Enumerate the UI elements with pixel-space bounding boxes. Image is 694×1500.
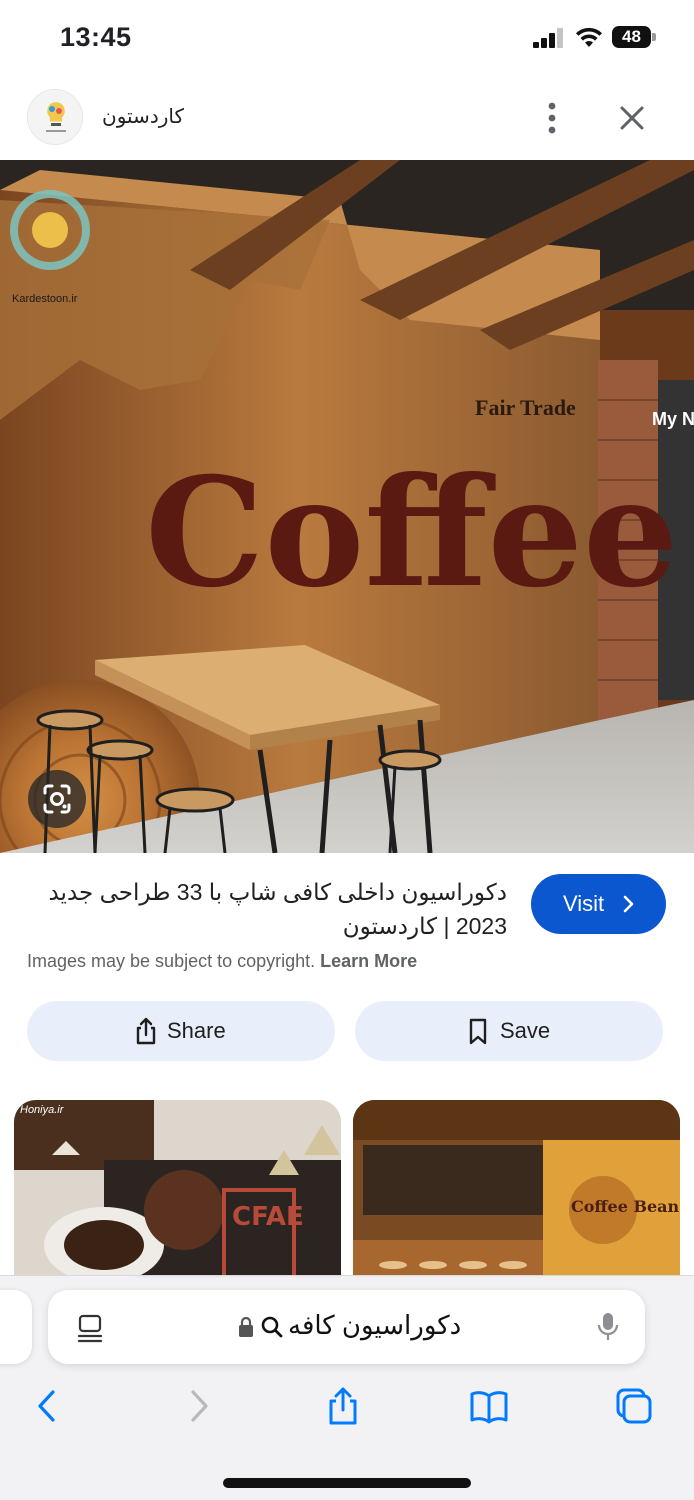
watermark-text: Kardestoon.ir bbox=[12, 293, 78, 305]
page-menu-icon[interactable] bbox=[76, 1313, 104, 1343]
battery-level: 48 bbox=[612, 26, 651, 48]
share-icon bbox=[136, 1017, 156, 1045]
previous-tab-preview[interactable] bbox=[0, 1290, 32, 1364]
copyright-text: Images may be subject to copyright. bbox=[27, 951, 316, 971]
search-icon bbox=[261, 1316, 283, 1338]
main-image[interactable]: My No Coffee Fair Trade Kardestoon.ir bbox=[0, 160, 694, 853]
viewer-header: کاردستون bbox=[0, 76, 694, 160]
visit-label: Visit bbox=[563, 891, 605, 916]
copyright-notice: Images may be subject to copyright. Lear… bbox=[27, 951, 417, 972]
site-logo[interactable] bbox=[27, 89, 83, 145]
lens-button[interactable] bbox=[28, 770, 86, 828]
tabs-icon[interactable] bbox=[614, 1386, 654, 1426]
thumb1-sign: CFAE bbox=[232, 1202, 304, 1232]
back-icon[interactable] bbox=[28, 1386, 68, 1426]
thumb2-sign: Coffee Bean bbox=[571, 1197, 680, 1216]
more-vertical-icon[interactable] bbox=[536, 98, 568, 138]
status-bar: 13:45 48 bbox=[0, 0, 694, 76]
learn-more-link[interactable]: Learn More bbox=[320, 951, 417, 971]
address-bar[interactable]: دکوراسیون کافه bbox=[48, 1290, 645, 1364]
share-icon[interactable] bbox=[323, 1386, 363, 1426]
lock-icon bbox=[239, 1316, 253, 1337]
browser-bottom-bar: دکوراسیون کافه bbox=[0, 1275, 694, 1500]
thumb1-watermark: Honiya.ir bbox=[20, 1104, 64, 1116]
wifi-icon bbox=[576, 27, 602, 47]
save-label: Save bbox=[500, 1018, 551, 1043]
address-text[interactable]: دکوراسیون کافه bbox=[288, 1310, 461, 1341]
wall-coffee-text: Coffee bbox=[145, 445, 678, 621]
cellular-signal-icon bbox=[533, 28, 565, 48]
result-title[interactable]: دکوراسیون داخلی کافی شاپ با 33 طراحی جدی… bbox=[27, 875, 507, 943]
forward-icon[interactable] bbox=[178, 1386, 218, 1426]
fair-trade-sign: Fair Trade bbox=[475, 395, 576, 420]
save-button[interactable]: Save bbox=[355, 1001, 663, 1061]
home-indicator bbox=[223, 1478, 471, 1488]
close-icon[interactable] bbox=[614, 100, 650, 136]
status-time: 13:45 bbox=[60, 22, 132, 52]
lens-icon bbox=[43, 784, 71, 814]
related-image[interactable]: Coffee Bean bbox=[353, 1100, 680, 1278]
store-sign: My No bbox=[652, 409, 694, 429]
related-images: CFAE Honiya.ir Coffee Bean bbox=[0, 1100, 694, 1280]
share-label: Share bbox=[167, 1018, 226, 1043]
share-button[interactable]: Share bbox=[27, 1001, 335, 1061]
site-name[interactable]: کاردستون bbox=[102, 104, 184, 129]
bookmarks-icon[interactable] bbox=[469, 1386, 509, 1426]
related-image[interactable]: CFAE Honiya.ir bbox=[14, 1100, 341, 1278]
chevron-right-icon bbox=[623, 895, 634, 913]
battery-icon: 48 bbox=[612, 26, 656, 48]
visit-button[interactable]: Visit bbox=[531, 874, 666, 934]
bookmark-icon bbox=[469, 1018, 487, 1045]
microphone-icon[interactable] bbox=[596, 1311, 620, 1343]
